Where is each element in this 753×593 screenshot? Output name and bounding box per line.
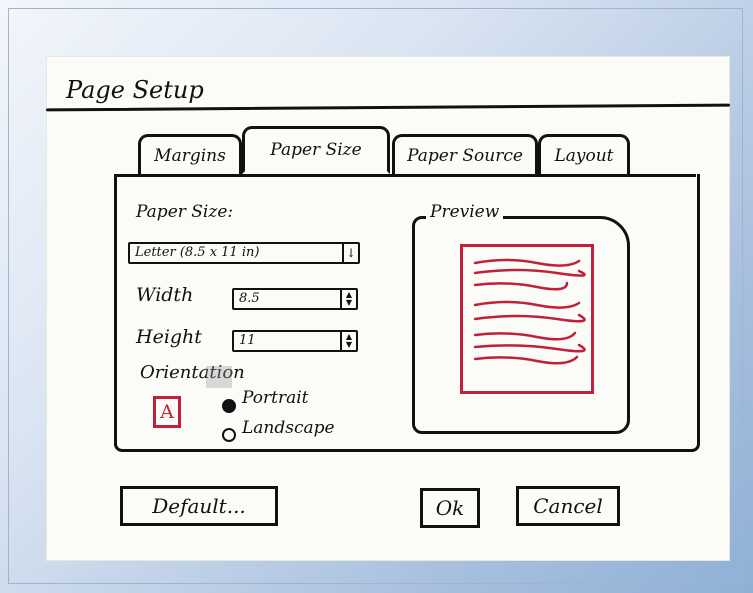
page-setup-dialog: Page Setup Margins Paper Size Paper Sour… [45, 56, 731, 561]
height-field[interactable]: 11 ▲ ▼ [232, 329, 358, 352]
stepper-down-icon[interactable]: ▼ [346, 298, 352, 307]
page-preview-icon [460, 244, 594, 394]
tab-margins[interactable]: Margins [138, 134, 242, 174]
tab-paper-source-label: Paper Source [407, 145, 523, 166]
landscape-label[interactable]: Landscape [242, 418, 335, 438]
width-stepper[interactable]: ▲ ▼ [340, 287, 356, 310]
width-label: Width [136, 284, 194, 306]
ok-button-label: Ok [435, 496, 465, 520]
portrait-radio[interactable] [222, 399, 236, 413]
cancel-button-label: Cancel [533, 494, 603, 518]
title-divider [45, 103, 731, 112]
height-label: Height [136, 326, 202, 348]
tab-paper-size[interactable]: Paper Size [242, 126, 390, 174]
orientation-portrait-icon: A [153, 396, 181, 428]
paper-size-label: Paper Size: [136, 202, 234, 222]
height-value: 11 [239, 333, 256, 348]
portrait-label[interactable]: Portrait [242, 388, 308, 408]
text-lines-icon [473, 258, 586, 365]
dropdown-arrow-glyph: ↓ [345, 245, 357, 260]
landscape-radio[interactable] [222, 428, 236, 442]
tape-mark [206, 366, 232, 388]
cancel-button[interactable]: Cancel [516, 486, 620, 526]
orientation-icon-letter: A [160, 401, 174, 423]
tab-layout[interactable]: Layout [538, 134, 630, 174]
dropdown-arrow-icon[interactable]: ↓ [342, 241, 358, 264]
height-stepper[interactable]: ▲ ▼ [340, 329, 356, 352]
stepper-down-icon[interactable]: ▼ [346, 340, 352, 349]
default-button-label: Default... [152, 494, 246, 518]
tab-margins-label: Margins [154, 145, 226, 166]
paper-size-dropdown[interactable]: Letter (8.5 x 11 in) ↓ [128, 241, 360, 264]
width-value: 8.5 [239, 291, 260, 306]
preview-label: Preview [426, 202, 504, 222]
width-field[interactable]: 8.5 ▲ ▼ [232, 287, 358, 310]
tab-layout-label: Layout [554, 145, 614, 166]
tab-paper-source[interactable]: Paper Source [392, 134, 538, 174]
paper-size-value: Letter (8.5 x 11 in) [135, 245, 260, 260]
dialog-title: Page Setup [66, 76, 204, 104]
ok-button[interactable]: Ok [420, 488, 480, 528]
default-button[interactable]: Default... [120, 486, 278, 526]
tab-paper-size-label: Paper Size [270, 140, 362, 160]
